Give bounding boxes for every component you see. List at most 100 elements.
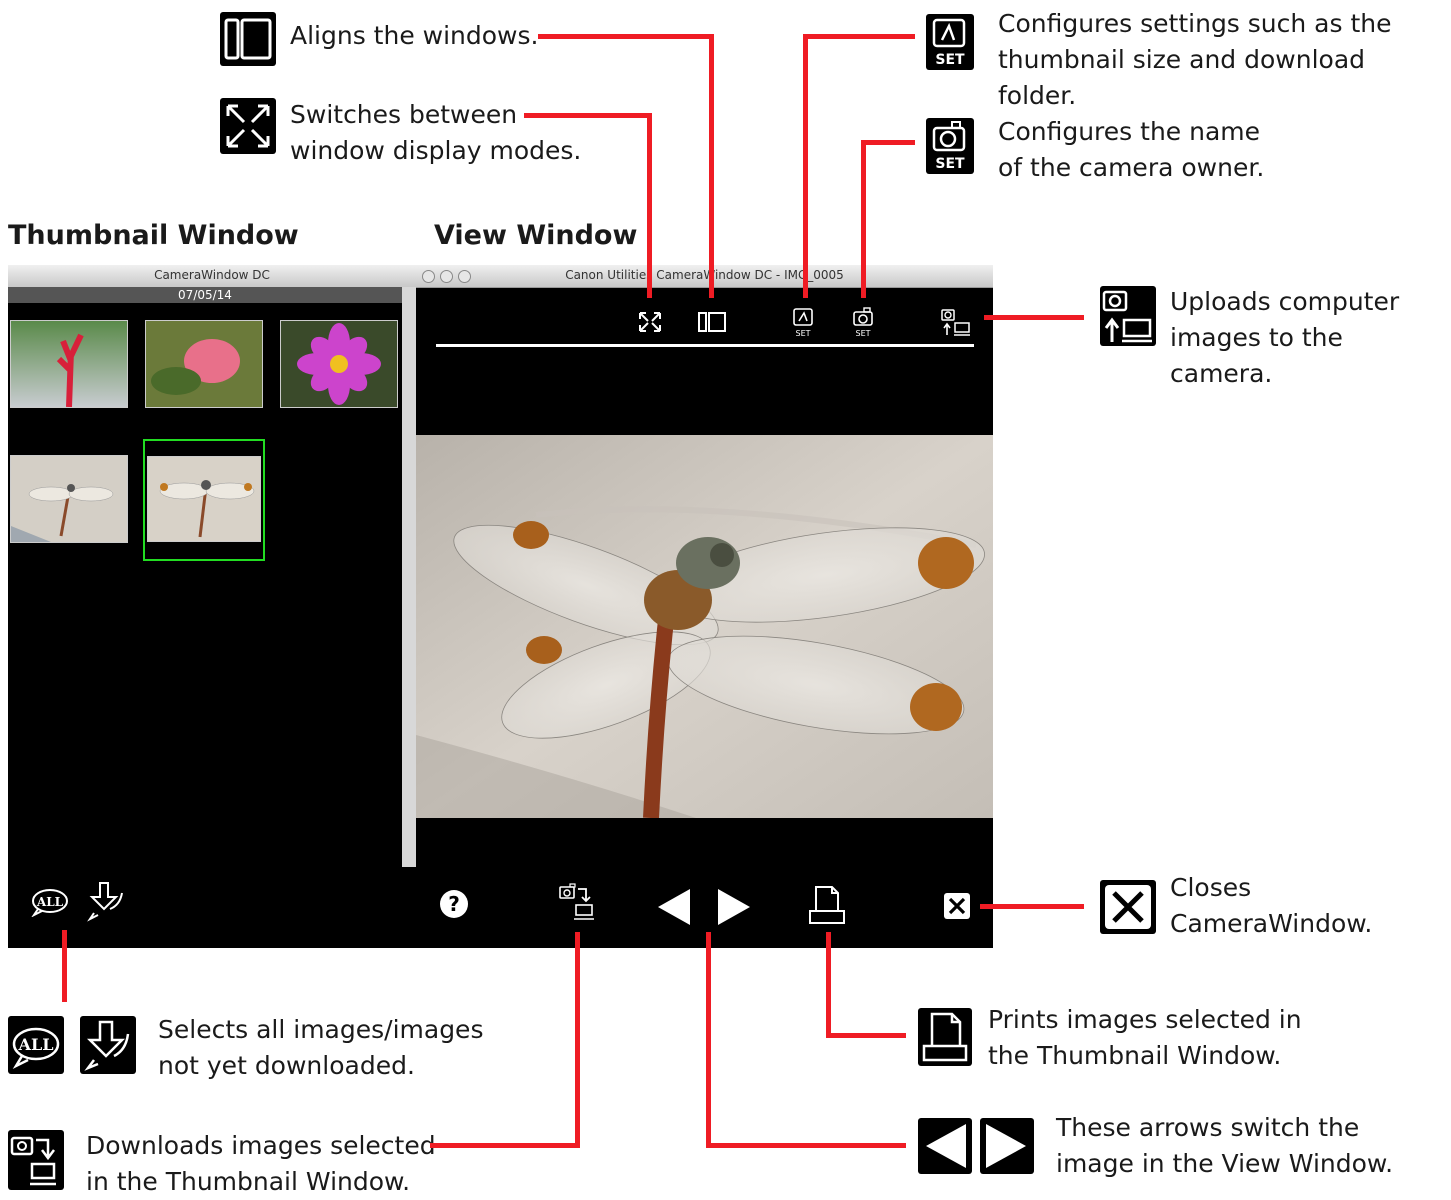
select-all-icon: ALL xyxy=(12,1027,60,1070)
left-arrow-icon xyxy=(658,889,690,925)
select-new-legend-icon xyxy=(80,1016,136,1074)
close-camerawindow-button[interactable] xyxy=(944,893,970,919)
display-mode-legend-icon xyxy=(220,98,276,154)
owner-legend-icon: SET xyxy=(926,118,974,174)
upload-callout: Uploads computer images to the camera. xyxy=(1170,287,1400,388)
leader-line xyxy=(803,34,915,39)
dragonfly-photo xyxy=(416,435,993,818)
folder-settings-icon: SET xyxy=(932,18,966,68)
leader-line xyxy=(861,140,915,145)
dragonfly-image xyxy=(148,457,260,541)
close-icon xyxy=(1105,885,1151,929)
selected-thumbnail-frame[interactable] xyxy=(143,439,265,561)
main-photo-frame xyxy=(416,435,993,818)
leader-line xyxy=(984,315,1084,320)
thumbnail-item[interactable] xyxy=(10,455,128,543)
expand-arrows-icon xyxy=(639,312,661,332)
select-all-legend-label: ALL xyxy=(18,1035,54,1054)
owner-settings-button[interactable]: SET xyxy=(850,305,878,339)
thumbnail-item[interactable] xyxy=(147,456,261,542)
upload-to-camera-icon xyxy=(1102,290,1152,343)
select-new-button[interactable] xyxy=(84,879,128,923)
leader-line xyxy=(62,930,67,1002)
leader-line xyxy=(706,1143,906,1148)
download-arrow-icon xyxy=(87,882,123,922)
view-window-title: Canon Utilities CameraWindow DC - IMG_00… xyxy=(565,268,844,282)
download-button[interactable] xyxy=(556,881,600,925)
leader-line xyxy=(826,932,831,1038)
purple-cosmos-image xyxy=(281,321,397,407)
leader-line xyxy=(803,34,808,298)
camera-settings-icon: SET xyxy=(853,307,873,338)
select-all-icon: ALL xyxy=(31,889,68,918)
upload-to-camera-icon xyxy=(941,309,970,336)
leader-line xyxy=(524,113,652,118)
dragonfly-image xyxy=(11,456,127,542)
upload-legend-icon xyxy=(1100,286,1156,346)
thumbnail-scrollbar[interactable] xyxy=(402,287,416,867)
download-legend-icon xyxy=(8,1130,64,1190)
print-icon xyxy=(922,1012,968,1062)
download-to-computer-icon xyxy=(10,1136,56,1186)
select-all-legend-icon: ALL xyxy=(8,1016,64,1074)
close-legend-icon xyxy=(1100,880,1156,934)
pink-flower-image xyxy=(146,321,262,407)
thumbnail-window: CameraWindow DC 07/05/14 ALL xyxy=(8,265,416,948)
download-arrow-icon xyxy=(84,1020,130,1071)
camera-settings-icon: SET xyxy=(932,121,966,172)
select-all-callout: Selects all images/images not yet downlo… xyxy=(158,1015,484,1080)
help-button[interactable]: ? xyxy=(440,890,468,918)
close-icon xyxy=(948,897,966,915)
leader-line xyxy=(430,1143,580,1148)
print-legend-icon xyxy=(918,1008,972,1066)
leader-line xyxy=(647,113,652,298)
leader-line xyxy=(980,904,1084,909)
right-arrow-icon xyxy=(986,1124,1026,1168)
thumbnail-window-title: CameraWindow DC xyxy=(154,268,270,282)
owner-set-label: SET xyxy=(855,329,870,338)
print-button[interactable] xyxy=(806,883,848,927)
leader-line xyxy=(575,932,580,1148)
view-window-heading: View Window xyxy=(434,220,638,251)
settings-button[interactable]: SET xyxy=(790,305,818,339)
leader-line xyxy=(861,140,866,298)
previous-image-button[interactable] xyxy=(656,887,692,927)
display-mode-button[interactable] xyxy=(634,307,666,337)
settings-legend-icon: SET xyxy=(926,14,974,70)
align-windows-icon xyxy=(698,312,726,332)
view-window-titlebar[interactable]: Canon Utilities CameraWindow DC - IMG_00… xyxy=(416,265,993,288)
thumbnail-item[interactable] xyxy=(145,320,263,408)
align-windows-legend-icon xyxy=(220,12,276,66)
settings-legend-set-label: SET xyxy=(935,52,965,68)
expand-arrows-icon xyxy=(226,104,270,148)
left-arrow-icon xyxy=(926,1124,966,1168)
thumbnail-window-heading: Thumbnail Window xyxy=(8,220,299,251)
thumbnail-item[interactable] xyxy=(10,320,128,408)
align-windows-button[interactable] xyxy=(696,309,728,335)
select-all-label: ALL xyxy=(36,895,64,909)
toolbar-divider xyxy=(436,344,974,347)
prev-arrow-legend-icon xyxy=(918,1118,972,1174)
red-plant-image xyxy=(11,321,127,407)
leader-line xyxy=(826,1033,906,1038)
download-callout: Downloads images selected in the Thumbna… xyxy=(86,1131,436,1196)
owner-callout: Configures the name of the camera owner. xyxy=(998,117,1265,182)
switch-modes-callout: Switches between window display modes. xyxy=(290,100,582,165)
upload-button[interactable] xyxy=(938,305,978,339)
thumbnail-date-header: 07/05/14 xyxy=(8,287,402,303)
thumbnail-window-titlebar[interactable]: CameraWindow DC xyxy=(8,265,416,288)
view-window: Canon Utilities CameraWindow DC - IMG_00… xyxy=(416,265,993,948)
align-callout: Aligns the windows. xyxy=(290,21,539,50)
align-windows-icon xyxy=(224,18,272,60)
arrows-callout: These arrows switch the image in the Vie… xyxy=(1056,1113,1394,1178)
folder-settings-icon: SET xyxy=(793,308,813,338)
thumbnail-item[interactable] xyxy=(280,320,398,408)
next-arrow-legend-icon xyxy=(980,1118,1034,1174)
next-image-button[interactable] xyxy=(716,887,752,927)
leader-line xyxy=(538,34,714,39)
settings-set-label: SET xyxy=(795,329,810,338)
help-icon: ? xyxy=(448,892,460,916)
right-arrow-icon xyxy=(718,889,750,925)
select-all-button[interactable]: ALL xyxy=(28,885,72,918)
settings-callout: Configures settings such as the thumbnai… xyxy=(998,9,1392,110)
